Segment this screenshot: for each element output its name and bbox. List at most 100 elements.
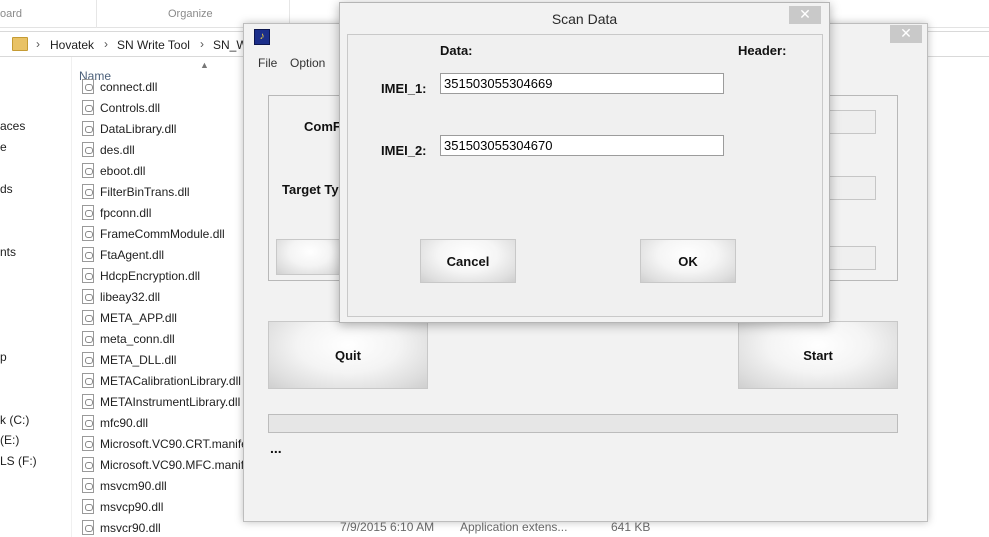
file-list-item[interactable]: DataLibrary.dll xyxy=(80,119,255,139)
file-icon xyxy=(82,310,94,325)
menu-option[interactable]: Option xyxy=(290,56,325,70)
file-name: Microsoft.VC90.MFC.manifest xyxy=(100,458,255,472)
app-logo-icon: ♪ xyxy=(254,29,270,45)
file-name: mfc90.dll xyxy=(100,416,149,430)
file-icon xyxy=(82,331,94,346)
file-list-item[interactable]: Microsoft.VC90.MFC.manifest xyxy=(80,455,255,475)
file-name: fpconn.dll xyxy=(100,206,152,220)
nav-item[interactable]: aces xyxy=(0,119,25,133)
imei2-input[interactable] xyxy=(440,135,724,156)
file-name: META_APP.dll xyxy=(100,311,177,325)
ribbon-group-organize: Organize xyxy=(168,8,213,20)
chevron-right-icon[interactable]: › xyxy=(104,37,108,51)
status-text: ... xyxy=(270,440,282,456)
file-name: connect.dll xyxy=(100,80,158,94)
nav-item[interactable]: ds xyxy=(0,182,13,196)
file-icon xyxy=(82,415,94,430)
breadcrumb-sn-write-tool[interactable]: SN Write Tool xyxy=(117,38,190,52)
file-list-item[interactable]: FtaAgent.dll xyxy=(80,245,255,265)
file-icon xyxy=(82,205,94,220)
file-icon xyxy=(82,226,94,241)
file-name: METACalibrationLibrary.dll xyxy=(100,374,241,388)
file-list-item[interactable]: msvcr90.dll xyxy=(80,518,255,537)
file-name: FtaAgent.dll xyxy=(100,248,165,262)
close-button[interactable]: ✕ xyxy=(890,25,922,43)
file-list-item[interactable]: mfc90.dll xyxy=(80,413,255,433)
nav-item[interactable]: (E:) xyxy=(0,433,19,447)
file-icon xyxy=(82,373,94,388)
file-name: FrameCommModule.dll xyxy=(100,227,225,241)
file-list-item[interactable]: METAInstrumentLibrary.dll xyxy=(80,392,255,412)
imei1-label: IMEI_1: xyxy=(381,81,427,96)
file-list-item[interactable]: META_DLL.dll xyxy=(80,350,255,370)
imei2-label: IMEI_2: xyxy=(381,143,427,158)
file-name: FilterBinTrans.dll xyxy=(100,185,190,199)
file-icon xyxy=(82,121,94,136)
file-icon xyxy=(82,457,94,472)
file-list-item[interactable]: meta_conn.dll xyxy=(80,329,255,349)
file-name: DataLibrary.dll xyxy=(100,122,177,136)
file-list-item[interactable]: msvcm90.dll xyxy=(80,476,255,496)
data-column-label: Data: xyxy=(440,43,473,58)
menu-file[interactable]: File xyxy=(258,56,277,70)
file-icon xyxy=(82,499,94,514)
file-name: libeay32.dll xyxy=(100,290,161,304)
ribbon-separator xyxy=(96,0,97,28)
file-list-item[interactable]: msvcp90.dll xyxy=(80,497,255,517)
file-list-item[interactable]: fpconn.dll xyxy=(80,203,255,223)
file-list-item[interactable]: FrameCommModule.dll xyxy=(80,224,255,244)
file-name: msvcm90.dll xyxy=(100,479,167,493)
quit-button[interactable]: Quit xyxy=(268,321,428,389)
file-icon xyxy=(82,142,94,157)
file-icon xyxy=(82,394,94,409)
file-list-item[interactable]: Microsoft.VC90.CRT.manifest xyxy=(80,434,255,454)
imei1-input[interactable] xyxy=(440,73,724,94)
ok-button[interactable]: OK xyxy=(640,239,736,283)
file-icon xyxy=(82,268,94,283)
file-name: METAInstrumentLibrary.dll xyxy=(100,395,241,409)
field-right-1 xyxy=(826,110,876,134)
nav-item[interactable]: k (C:) xyxy=(0,413,29,427)
file-name: META_DLL.dll xyxy=(100,353,177,367)
file-icon xyxy=(82,163,94,178)
file-name: Controls.dll xyxy=(100,101,161,115)
file-list-item[interactable]: libeay32.dll xyxy=(80,287,255,307)
file-list-item[interactable]: METACalibrationLibrary.dll xyxy=(80,371,255,391)
file-icon xyxy=(82,100,94,115)
nav-item[interactable]: p xyxy=(0,350,7,364)
file-name: meta_conn.dll xyxy=(100,332,175,346)
file-name: HdcpEncryption.dll xyxy=(100,269,201,283)
cancel-button[interactable]: Cancel xyxy=(420,239,516,283)
file-date: 7/9/2015 6:10 AM xyxy=(340,520,435,534)
file-icon xyxy=(82,184,94,199)
dialog-body: Data: Header: IMEI_1: IMEI_2: Cancel OK xyxy=(347,34,823,317)
start-button[interactable]: Start xyxy=(738,321,898,389)
file-list-item[interactable]: HdcpEncryption.dll xyxy=(80,266,255,286)
navigation-pane: aces e ds nts p k (C:) (E:) LS (F:) xyxy=(0,57,72,537)
file-list-item[interactable]: eboot.dll xyxy=(80,161,255,181)
file-list-item[interactable]: Controls.dll xyxy=(80,98,255,118)
nav-item[interactable]: LS (F:) xyxy=(0,454,37,468)
ribbon-group-clipboard: oard xyxy=(0,8,23,20)
nav-item[interactable]: nts xyxy=(0,245,16,259)
file-icon xyxy=(82,436,94,451)
breadcrumb-hovatek[interactable]: Hovatek xyxy=(50,38,94,52)
file-list-item[interactable]: connect.dll xyxy=(80,77,255,97)
field-right-3 xyxy=(826,246,876,270)
file-icon xyxy=(82,478,94,493)
file-list-item[interactable]: META_APP.dll xyxy=(80,308,255,328)
field-right-2 xyxy=(826,176,876,200)
chevron-right-icon[interactable]: › xyxy=(200,37,204,51)
file-type: Application extens... xyxy=(460,520,568,534)
folder-icon xyxy=(12,37,28,51)
sort-ascending-icon: ▲ xyxy=(200,60,209,70)
dialog-title[interactable]: Scan Data xyxy=(340,11,829,27)
nav-item[interactable]: e xyxy=(0,140,7,154)
file-list-item[interactable]: FilterBinTrans.dll xyxy=(80,182,255,202)
target-type-label: Target Ty xyxy=(282,182,339,197)
file-list-item[interactable]: des.dll xyxy=(80,140,255,160)
file-name: msvcr90.dll xyxy=(100,521,161,535)
setting-button[interactable] xyxy=(276,239,344,275)
close-icon[interactable]: ✕ xyxy=(789,6,821,24)
chevron-right-icon[interactable]: › xyxy=(36,37,40,51)
